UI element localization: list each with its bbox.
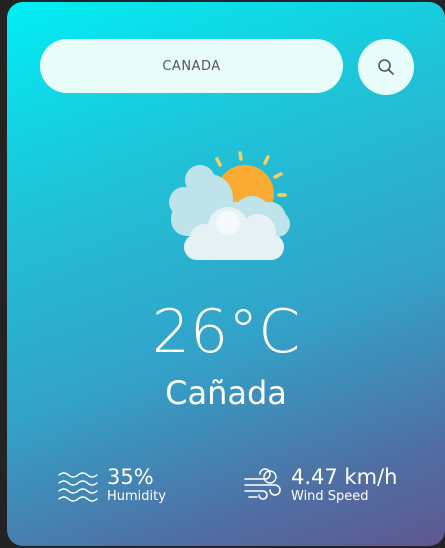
- wind-label: Wind Speed: [291, 489, 369, 504]
- humidity-label: Humidity: [107, 489, 166, 504]
- partly-cloudy-icon: [169, 151, 290, 260]
- wind-detail: 4.47 km/h Wind Speed: [243, 465, 397, 505]
- wind-icon: [244, 468, 281, 500]
- city-name: Cañada: [165, 374, 287, 412]
- waves-icon: [58, 472, 98, 502]
- humidity-value: 35%: [107, 465, 154, 489]
- search-input[interactable]: [40, 39, 343, 93]
- weather-card: 26°C Cañada 35% Humidity 4.: [7, 2, 445, 546]
- humidity-detail: 35% Humidity: [57, 465, 166, 505]
- search-button[interactable]: [358, 39, 414, 95]
- temperature-display: 26°C: [151, 297, 301, 367]
- search-icon: [378, 59, 394, 75]
- wind-value: 4.47 km/h: [291, 465, 398, 489]
